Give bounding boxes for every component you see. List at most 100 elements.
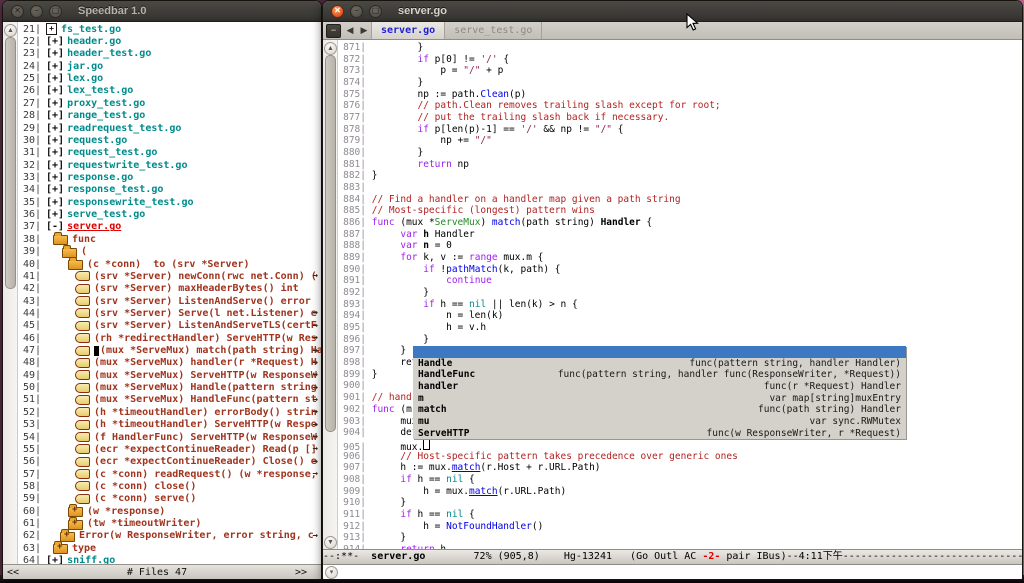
tab-back-icon[interactable]: ◀ [343,22,357,39]
editor-content[interactable]: ▲ ▼ 871| }872| if p[0] != '/' {873| p = … [323,40,1022,551]
kill-buffer-button[interactable]: − [326,24,341,38]
expand-icon[interactable]: [+] [46,48,64,59]
speedbar-scrollbar[interactable]: ▲ [3,22,18,565]
speedbar-tag-row[interactable]: 45|(srv *Server) ListenAndServeTLS(certF… [18,320,321,332]
speedbar-tag-row[interactable]: 55|(ecr *expectContinueReader) Read(p []… [18,443,321,455]
speedbar-file-row[interactable]: 29|[+]readrequest_test.go [18,122,321,134]
tag-icon[interactable] [75,481,90,491]
expand-icon[interactable]: [+] [46,73,64,84]
tag-icon[interactable] [75,444,90,454]
speedbar-tag-row[interactable]: 61|(tw *timeoutWriter) [18,517,321,529]
speedbar-tag-row[interactable]: 59|(c *conn) serve() [18,493,321,505]
scroll-left-button[interactable]: << [3,567,19,578]
speedbar-file-row[interactable]: 21|+fs_test.go [18,23,321,35]
popup-item[interactable]: HandleFuncfunc(pattern string, handler f… [413,369,906,381]
folder-plus-icon[interactable] [60,532,75,542]
tab-server-go[interactable]: server.go [371,22,445,39]
speedbar-tag-row[interactable]: 63|type [18,542,321,554]
expand-icon[interactable]: [+] [46,36,64,47]
scroll-up-icon[interactable]: ▲ [324,42,337,55]
speedbar-file-row[interactable]: 35|[+]responsewrite_test.go [18,196,321,208]
expand-icon[interactable]: [+] [46,61,64,72]
tag-icon[interactable] [75,370,90,380]
speedbar-tag-row[interactable]: 39|( [18,245,321,257]
tag-icon[interactable] [75,271,90,281]
expand-icon[interactable]: [+] [46,160,64,171]
popup-item[interactable]: handlerfunc(r *Request) Handler [413,381,906,393]
speedbar-tag-row[interactable]: 52|(h *timeoutHandler) errorBody() strin… [18,406,321,418]
speedbar-file-row[interactable]: 31|[+]request_test.go [18,147,321,159]
speedbar-file-row[interactable]: 23|[+]header_test.go [18,48,321,60]
speedbar-tag-row[interactable]: 49|(mux *ServeMux) ServeHTTP(w ResponseW… [18,369,321,381]
tag-icon[interactable] [75,333,90,343]
expand-icon[interactable]: [+] [46,85,64,96]
popup-item[interactable]: ServeHTTPfunc(w ResponseWriter, r *Reque… [413,428,906,440]
speedbar-file-row[interactable]: 30|[+]request.go [18,134,321,146]
speedbar-tag-row[interactable]: 46|(rh *redirectHandler) ServeHTTP(w Res… [18,332,321,344]
popup-item[interactable]: muvar sync.RWMutex [413,416,906,428]
scrollbar-thumb[interactable] [5,37,16,289]
close-icon[interactable]: ✕ [11,5,24,18]
speedbar-tag-row[interactable]: 41|(srv *Server) newConn(rwc net.Conn) (… [18,270,321,282]
folder-open-icon[interactable] [68,260,83,270]
tag-icon[interactable] [75,296,90,306]
popup-item-selected[interactable] [413,346,906,358]
scroll-down-icon[interactable]: ▾ [325,566,338,579]
speedbar-tag-row[interactable]: 58|(c *conn) close() [18,480,321,492]
speedbar-tag-row[interactable]: 51|(mux *ServeMux) HandleFunc(pattern st… [18,394,321,406]
tab-serve-test-go[interactable]: serve_test.go [445,22,542,39]
speedbar-file-row[interactable]: 36|[+]serve_test.go [18,208,321,220]
popup-item[interactable]: Handlefunc(pattern string, handler Handl… [413,358,906,370]
expand-icon[interactable]: [+] [46,98,64,109]
tag-icon[interactable] [75,494,90,504]
speedbar-tag-row[interactable]: 43|(srv *Server) ListenAndServe() error [18,295,321,307]
scroll-down-icon[interactable]: ▼ [324,536,337,549]
expand-icon[interactable]: [+] [46,197,64,208]
speedbar-file-row[interactable]: 24|[+]jar.go [18,60,321,72]
speedbar-file-row[interactable]: 25|[+]lex.go [18,72,321,84]
expand-icon[interactable]: [+] [46,110,64,121]
speedbar-file-row[interactable]: 34|[+]response_test.go [18,184,321,196]
scroll-right-button[interactable]: >> [295,567,321,578]
close-icon[interactable]: ✕ [331,5,344,18]
minibuffer[interactable]: ▾ [323,565,1022,579]
speedbar-tag-row[interactable]: 44|(srv *Server) Serve(l net.Listener) e… [18,307,321,319]
speedbar-tag-row[interactable]: 47|(mux *ServeMux) match(path string) Ha… [18,344,321,356]
tag-icon[interactable] [75,308,90,318]
speedbar-file-row[interactable]: 28|[+]range_test.go [18,110,321,122]
scrollbar-thumb[interactable] [325,55,336,432]
scroll-up-icon[interactable]: ▲ [4,24,17,37]
popup-item[interactable]: mvar map[string]muxEntry [413,393,906,405]
folder-plus-icon[interactable] [68,507,83,517]
minimize-icon[interactable]: − [30,5,43,18]
speedbar-file-row[interactable]: 26|[+]lex_test.go [18,85,321,97]
speedbar-tag-row[interactable]: 62|Error(w ResponseWriter, error string,… [18,530,321,542]
speedbar-tag-row[interactable]: 42|(srv *Server) maxHeaderBytes() int [18,283,321,295]
tag-icon[interactable] [75,395,90,405]
tag-icon[interactable] [75,358,90,368]
tag-icon[interactable] [75,469,90,479]
popup-item[interactable]: matchfunc(path string) Handler [413,404,906,416]
tag-icon[interactable] [75,346,90,356]
maximize-icon[interactable]: ▢ [49,5,62,18]
tag-icon[interactable] [75,284,90,294]
minimize-icon[interactable]: − [350,5,363,18]
tag-icon[interactable] [75,457,90,467]
tag-icon[interactable] [75,420,90,430]
speedbar-tag-row[interactable]: 56|(ecr *expectContinueReader) Close() e… [18,456,321,468]
speedbar-file-list[interactable]: 21|+fs_test.go22|[+]header.go23|[+]heade… [18,23,321,565]
speedbar-tag-row[interactable]: 53|(h *timeoutHandler) ServeHTTP(w Respo… [18,419,321,431]
speedbar-tag-row[interactable]: 38|func [18,233,321,245]
speedbar-tag-row[interactable]: 50|(mux *ServeMux) Handle(pattern string… [18,381,321,393]
tag-icon[interactable] [75,383,90,393]
speedbar-file-row[interactable]: 22|[+]header.go [18,35,321,47]
expand-icon[interactable]: [+] [46,184,64,195]
tag-icon[interactable] [75,407,90,417]
editor-scrollbar[interactable]: ▲ ▼ [323,40,338,551]
tab-forward-icon[interactable]: ▶ [357,22,371,39]
expand-icon[interactable]: [+] [46,172,64,183]
speedbar-tag-row[interactable]: 60|(w *response) [18,505,321,517]
folder-plus-icon[interactable] [53,544,68,554]
speedbar-tag-row[interactable]: 57|(c *conn) readRequest() (w *response,… [18,468,321,480]
expand-icon[interactable]: [+] [46,209,64,220]
